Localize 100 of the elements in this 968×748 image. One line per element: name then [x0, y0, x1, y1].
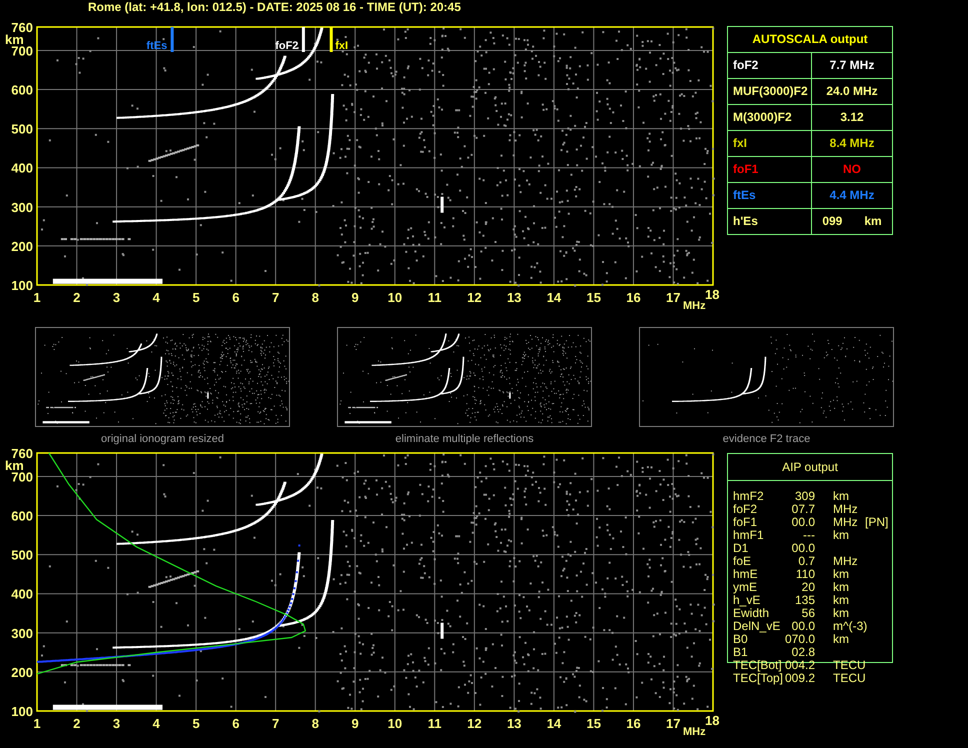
axis-tick-label: 17	[666, 716, 680, 731]
parameter-unit: km	[833, 567, 849, 581]
parameter-name: B1	[733, 646, 749, 659]
parameter-name: DelN_vE	[733, 620, 782, 633]
parameter-name: TEC[Top]	[733, 672, 783, 685]
axis-tick-label: 600	[11, 82, 33, 98]
axis-tick-label: 10	[388, 290, 402, 305]
thumbnail-caption: original ionogram resized	[101, 432, 224, 446]
parameter-unit: MHz	[833, 515, 858, 529]
parameter-value: 00.0	[792, 619, 815, 633]
parameter-unit: m^(-3)	[833, 619, 868, 633]
table-cell-unit: km	[864, 214, 882, 228]
axis-tick-label: 16	[626, 290, 641, 305]
table-cell-value: 8.4 MHz	[830, 136, 874, 150]
axis-tick-label: 14	[546, 290, 562, 305]
parameter-value: 009.2	[784, 671, 815, 685]
axis-tick-label: 400	[11, 586, 33, 602]
axis-tick-label: 8	[312, 716, 319, 731]
axis-tick-label: 16	[626, 716, 641, 731]
axis-tick-label: 2	[73, 290, 80, 305]
axis-tick-label: 11	[428, 716, 442, 731]
parameter-name: foF2	[733, 58, 758, 72]
parameter-value: 070.0	[784, 632, 815, 646]
axis-tick-label: 100	[11, 704, 33, 719]
axis-tick-label: 10	[388, 716, 402, 731]
axis-tick-label: 760	[11, 20, 33, 35]
parameter-name: hmF2	[733, 490, 765, 503]
marker-label: ftEs	[146, 40, 168, 52]
parameter-unit: km	[833, 632, 849, 646]
parameter-name: Ewidth	[733, 607, 770, 620]
axis-tick-label: 100	[11, 278, 33, 293]
axis-tick-label: 9	[352, 716, 359, 731]
parameter-value: 00.0	[792, 515, 815, 529]
axis-tick-label: 300	[11, 626, 33, 641]
parameter-unit: km	[833, 489, 849, 503]
table-cell-value: 099	[822, 214, 842, 228]
parameter-note: [PN]	[865, 516, 888, 529]
axis-tick-label: 14	[546, 716, 562, 731]
axis-tick-label: 200	[11, 664, 33, 680]
axis-tick-label: 17	[666, 290, 680, 305]
axis-tick-label: 18	[705, 287, 720, 302]
axis-tick-label: 3	[112, 290, 120, 305]
parameter-name: D1	[733, 542, 750, 555]
parameter-unit: km	[833, 593, 849, 607]
axis-tick-label: 600	[11, 508, 33, 524]
parameter-name: foF2	[733, 503, 758, 516]
parameter-unit: TECU	[833, 671, 866, 685]
axis-tick-label: 300	[11, 200, 33, 215]
parameter-name: foF1	[733, 162, 758, 176]
table-cell-value: 7.7 MHz	[830, 58, 874, 72]
axis-tick-label: 13	[506, 716, 522, 731]
parameter-name: fxI	[733, 136, 748, 150]
marker-label: foF2	[275, 40, 298, 52]
panel-title: AUTOSCALA output	[728, 27, 892, 53]
table-cell-value: 3.12	[840, 110, 864, 124]
axis-tick-label: 5	[192, 716, 200, 731]
axis-tick-label: 5	[192, 290, 200, 305]
axis-tick-label: 11	[428, 290, 442, 305]
parameter-unit: km	[833, 606, 849, 620]
parameter-name: MUF(3000)F2	[733, 84, 808, 98]
parameter-value: 135	[794, 593, 815, 607]
axis-tick-label: 8	[312, 290, 319, 305]
axis-tick-label: 6	[232, 716, 240, 731]
axis-tick-label: 760	[11, 446, 33, 461]
axis-tick-label: 4	[152, 716, 160, 731]
table-cell-value: NO	[843, 162, 861, 176]
axis-tick-label: 7	[272, 716, 280, 731]
axis-tick-label: 6	[232, 290, 240, 305]
axis-tick-label: 4	[152, 290, 160, 305]
parameter-name: hmE	[733, 568, 759, 581]
axis-tick-label: 7	[272, 290, 280, 305]
parameter-unit: MHz	[833, 554, 858, 568]
parameter-unit: km	[833, 528, 849, 542]
panel-title: AIP output	[728, 454, 892, 481]
parameter-name: ymE	[733, 581, 758, 594]
thumbnail-caption: eliminate multiple reflections	[395, 432, 534, 446]
parameter-value: 07.7	[792, 502, 815, 516]
parameter-name: foF1	[733, 516, 758, 529]
axis-tick-label: 13	[506, 290, 522, 305]
parameter-value: 20	[802, 580, 815, 594]
axis-tick-label: 12	[467, 290, 482, 305]
parameter-value: ---	[803, 528, 815, 542]
parameter-value: 00.0	[792, 541, 815, 555]
axis-tick-label: 500	[11, 122, 33, 137]
axis-tick-label: 500	[11, 548, 33, 563]
parameter-unit: MHz	[833, 502, 858, 516]
parameter-name: B0	[733, 633, 748, 646]
parameter-name: h'Es	[733, 214, 758, 228]
marker-label: fxI	[335, 40, 348, 52]
parameter-name: hmF1	[733, 529, 765, 542]
table-cell-value: 4.4 MHz	[830, 188, 874, 202]
parameter-name: h_vE	[733, 594, 762, 607]
parameter-name: M(3000)F2	[733, 110, 792, 124]
parameter-value: 02.8	[792, 645, 815, 659]
axis-tick-label: 9	[352, 290, 359, 305]
parameter-value: 56	[802, 606, 815, 620]
parameter-value: 0.7	[798, 554, 815, 568]
axis-tick-label: 200	[11, 238, 33, 254]
axis-unit-label: MHz	[683, 300, 706, 312]
parameter-name: ftEs	[733, 188, 756, 202]
